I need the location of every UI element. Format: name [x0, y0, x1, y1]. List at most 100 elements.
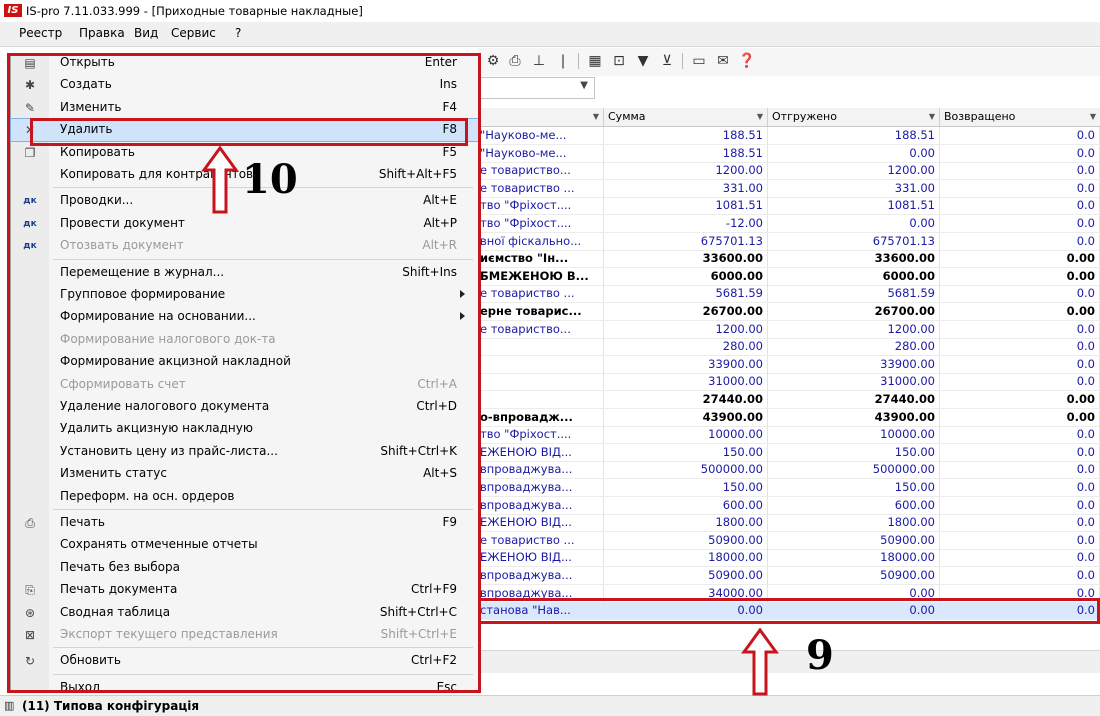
menu-view[interactable]: Вид [131, 26, 161, 40]
cell-shipped: 18000.00 [768, 549, 940, 567]
table-row[interactable]: БМЕЖЕНОЮ В... 6000.00 6000.00 0.00 [478, 267, 1100, 286]
help-icon[interactable]: ❓ [738, 52, 756, 70]
table-row[interactable]: вної фіскально... 675701.13 675701.13 0.0 [478, 232, 1100, 251]
table-row[interactable]: тво "Фріхост.... -12.00 0.00 0.0 [478, 215, 1100, 233]
annotation-number-10: 10 [242, 156, 298, 203]
cell-sum: 675701.13 [604, 232, 768, 250]
cell-shipped: 0.00 [768, 144, 940, 162]
table-row[interactable]: е товариство... 1200.00 1200.00 0.0 [478, 162, 1100, 181]
mail-icon[interactable]: ✉ [714, 52, 732, 70]
menu-edit[interactable]: Правка [76, 26, 128, 40]
column-header-shipped[interactable]: Отгружено ▼ [768, 108, 940, 126]
properties-icon[interactable]: ⚙ [484, 52, 502, 70]
table-row[interactable]: 280.00 280.00 0.0 [478, 338, 1100, 357]
menu-registry[interactable]: Реестр [16, 26, 65, 40]
attach-icon[interactable]: ❘ [554, 52, 572, 70]
table-row[interactable]: 27440.00 27440.00 0.00 [478, 391, 1100, 409]
cell-counterparty: вної фіскально... [478, 232, 604, 250]
column-header-returned[interactable]: Возвращено ▼ [940, 108, 1100, 126]
table-row[interactable]: впроваджува... 600.00 600.00 0.0 [478, 496, 1100, 515]
cell-shipped: 10000.00 [768, 426, 940, 444]
cell-counterparty: тво "Фріхост.... [478, 215, 604, 232]
grid-header: ▼ Сумма ▼ Отгружено ▼ Возвращено ▼ [478, 108, 1100, 127]
journal-select[interactable]: ▼ [478, 77, 595, 99]
print-icon[interactable]: ⎙ [506, 52, 524, 70]
cell-returned: 0.0 [940, 496, 1100, 514]
table-row[interactable]: иємство "Ін... 33600.00 33600.00 0.00 [478, 250, 1100, 269]
menu-service[interactable]: Сервис [168, 26, 219, 40]
cell-counterparty: е товариство ... [478, 285, 604, 303]
table-row[interactable]: е товариство ... 50900.00 50900.00 0.0 [478, 531, 1100, 550]
cell-shipped: 26700.00 [768, 303, 940, 320]
cell-counterparty: е товариство... [478, 320, 604, 338]
cell-counterparty: ЕЖЕНОЮ ВІД... [478, 549, 604, 567]
group-icon[interactable]: ⊡ [610, 52, 628, 70]
toolbar: ⚙ ⎙ ⊥ ❘ ▦ ⊡ ▼ ⊻ ▭ ✉ ❓ [478, 48, 1100, 76]
table-row[interactable]: ерне товарис... 26700.00 26700.00 0.00 [478, 303, 1100, 321]
cell-returned: 0.0 [940, 285, 1100, 303]
cell-returned: 0.0 [940, 162, 1100, 180]
cell-counterparty: ЕЖЕНОЮ ВІД... [478, 514, 604, 532]
table-row[interactable]: впроваджува... 150.00 150.00 0.0 [478, 479, 1100, 497]
cell-sum: 10000.00 [604, 426, 768, 444]
table-row[interactable]: ЕЖЕНОЮ ВІД... 18000.00 18000.00 0.0 [478, 549, 1100, 568]
table-row[interactable]: тво "Фріхост.... 1081.51 1081.51 0.0 [478, 197, 1100, 216]
filter-icon[interactable]: ▼ [634, 52, 652, 70]
table-row[interactable]: ЕЖЕНОЮ ВІД... 1800.00 1800.00 0.0 [478, 514, 1100, 533]
filter-arrow-icon: ▼ [756, 112, 763, 121]
cell-shipped: 1800.00 [768, 514, 940, 532]
cell-counterparty: БМЕЖЕНОЮ В... [478, 267, 604, 285]
table-icon[interactable]: ▦ [586, 52, 604, 70]
cell-counterparty: е товариство... [478, 162, 604, 180]
hierarchy-icon[interactable]: ⊥ [530, 52, 548, 70]
cell-returned: 0.00 [940, 391, 1100, 408]
cell-returned: 0.00 [940, 408, 1100, 426]
table-row[interactable]: 31000.00 31000.00 0.0 [478, 373, 1100, 392]
cell-sum: 50900.00 [604, 567, 768, 584]
cell-sum: 1081.51 [604, 197, 768, 215]
cell-sum: 43900.00 [604, 408, 768, 426]
clear-filter-icon[interactable]: ⊻ [658, 52, 676, 70]
filter-arrow-icon: ▼ [592, 112, 599, 121]
filter-arrow-icon: ▼ [928, 112, 935, 121]
menu-help[interactable]: ? [232, 26, 244, 40]
cell-returned: 0.0 [940, 338, 1100, 356]
menu-bar: Реестр Правка Вид Сервис ? [0, 22, 1100, 47]
column-header-counterparty[interactable]: ▼ [478, 108, 604, 126]
cell-returned: 0.0 [940, 549, 1100, 567]
cell-shipped: 33900.00 [768, 355, 940, 373]
table-row[interactable]: е товариство ... 331.00 331.00 0.0 [478, 179, 1100, 198]
table-row[interactable]: 33900.00 33900.00 0.0 [478, 355, 1100, 374]
table-row[interactable]: ЕЖЕНОЮ ВІД... 150.00 150.00 0.0 [478, 443, 1100, 462]
filter-arrow-icon: ▼ [1089, 112, 1096, 121]
cell-counterparty: "Науково-ме... [478, 144, 604, 162]
table-row[interactable]: "Науково-ме... 188.51 188.51 0.0 [478, 127, 1100, 145]
cell-returned: 0.00 [940, 303, 1100, 320]
cell-counterparty: ерне товарис... [478, 303, 604, 320]
table-row[interactable]: впроваджува... 500000.00 500000.00 0.0 [478, 461, 1100, 480]
documents-grid: ▼ Сумма ▼ Отгружено ▼ Возвращено ▼ "Науково… [478, 108, 1100, 628]
cell-returned: 0.0 [940, 197, 1100, 215]
cell-counterparty: иємство "Ін... [478, 250, 604, 268]
cell-counterparty: впроваджува... [478, 496, 604, 514]
cell-counterparty: тво "Фріхост.... [478, 197, 604, 215]
table-row[interactable]: впроваджува... 50900.00 50900.00 0.0 [478, 567, 1100, 585]
cell-sum: 1200.00 [604, 162, 768, 180]
cell-returned: 0.00 [940, 250, 1100, 268]
arrow-up-icon [201, 146, 239, 214]
column-header-sum[interactable]: Сумма ▼ [604, 108, 768, 126]
cell-shipped: 6000.00 [768, 267, 940, 285]
cell-shipped: 1200.00 [768, 320, 940, 338]
table-row[interactable]: е товариство... 1200.00 1200.00 0.0 [478, 320, 1100, 339]
cell-returned: 0.0 [940, 479, 1100, 496]
table-row[interactable]: е товариство ... 5681.59 5681.59 0.0 [478, 285, 1100, 304]
cell-sum: 188.51 [604, 127, 768, 144]
chevron-down-icon: ▼ [580, 80, 588, 91]
form-icon[interactable]: ▭ [690, 52, 708, 70]
cell-sum: 33600.00 [604, 250, 768, 268]
table-row[interactable]: о-впровадж... 43900.00 43900.00 0.00 [478, 408, 1100, 427]
table-row[interactable]: "Науково-ме... 188.51 0.00 0.0 [478, 144, 1100, 163]
table-row[interactable]: тво "Фріхост.... 10000.00 10000.00 0.0 [478, 426, 1100, 445]
cell-returned: 0.00 [940, 267, 1100, 285]
cell-counterparty: е товариство ... [478, 179, 604, 197]
